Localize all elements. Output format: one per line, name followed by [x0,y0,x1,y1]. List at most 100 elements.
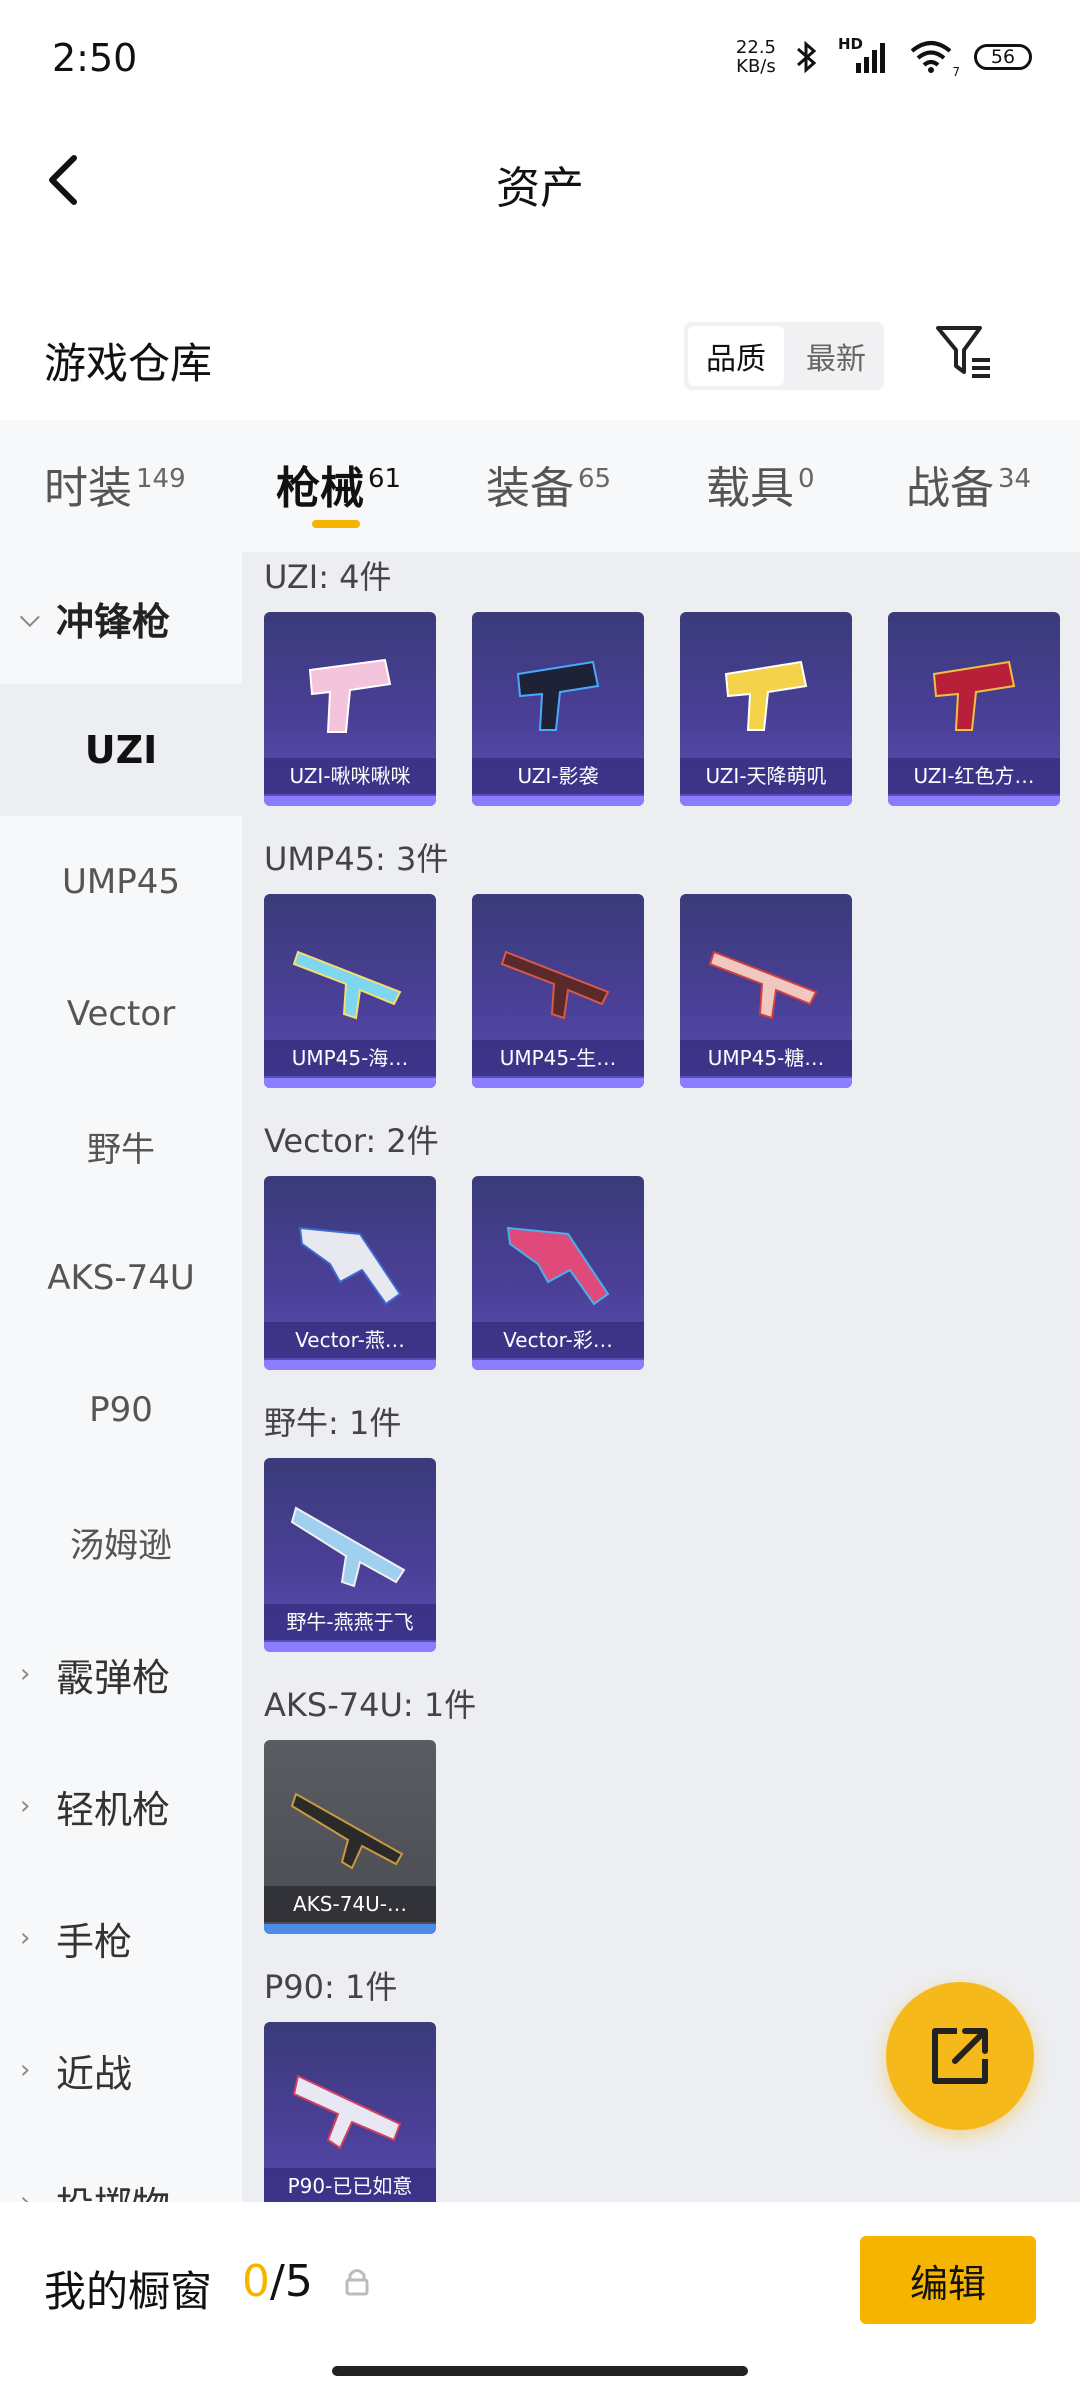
rarity-strip [264,1078,436,1088]
sidebar-item-uzi[interactable]: UZI [0,684,242,816]
item-name: UZI-天降萌叽 [680,758,852,794]
item-name: Vector-彩… [472,1322,644,1358]
showcase-label: 我的橱窗 [44,2267,213,2316]
rarity-strip [264,1360,436,1370]
tab-count: 65 [578,464,612,495]
uzi-dark-gun-icon [516,660,600,731]
tab-supplies[interactable]: 战备 34 [906,452,1031,516]
chevron-right-icon: › [20,2055,31,2085]
tab-count: 149 [136,464,186,495]
p90-gun-icon [292,2074,402,2150]
tab-fashion[interactable]: 时装 149 [44,452,186,516]
item-card[interactable]: Vector-彩… [472,1176,644,1370]
sidebar-item-melee[interactable]: › 近战 [0,2004,242,2136]
ump45-blue-gun-icon [292,950,402,1020]
item-card[interactable]: Vector-燕… [264,1176,436,1370]
tab-count: 61 [368,464,402,495]
tab-guns[interactable]: 枪械 61 [276,452,401,516]
item-name: UZI-红色方… [888,758,1060,794]
chevron-down-icon: ⌵ [20,602,40,633]
vector-white-gun-icon [298,1226,402,1306]
item-name: AKS-74U-… [264,1886,436,1922]
sidebar: ⌵ 冲锋枪 UZI UMP45 Vector 野牛 AKS-74U P90 汤姆逊… [0,552,242,2202]
sidebar-item-vector[interactable]: Vector [0,948,242,1080]
tab-count: 34 [998,464,1032,495]
edit-button[interactable]: 编辑 [860,2236,1036,2324]
speed-unit: KB/s [736,56,776,77]
network-speed: 22.5 KB/s [736,38,776,76]
uzi-pink-gun-icon [308,658,392,733]
status-icons: 22.5 KB/s HD 7 56 [736,35,1032,79]
category-tabs: 时装 149 枪械 61 装备 65 载具 0 战备 34 [0,420,1080,552]
share-button[interactable] [886,1982,1034,2130]
lock-icon [345,2269,369,2296]
ump45-pink-gun-icon [708,950,818,1020]
tab-label: 载具 [706,463,794,514]
group-title-aks74u: AKS-74U: 1件 [264,1686,477,1724]
sidebar-item-aks74u[interactable]: AKS-74U [0,1212,242,1344]
sidebar-item-lmg[interactable]: › 轻机枪 [0,1740,242,1872]
rarity-strip [264,1642,436,1652]
chevron-right-icon: › [20,1659,31,1689]
wifi-sub: 7 [952,65,960,79]
ump45-brown-gun-icon [500,950,610,1020]
tab-label: 枪械 [276,463,364,514]
item-card[interactable]: UMP45-生… [472,894,644,1088]
sort-quality-button[interactable]: 品质 [688,326,784,386]
uzi-red-gun-icon [932,660,1016,731]
item-card[interactable]: 野牛-燕燕于飞 [264,1458,436,1652]
item-card[interactable]: UZI-红色方… [888,612,1060,806]
sort-newest-button[interactable]: 最新 [788,322,884,390]
sidebar-item-label: 冲锋枪 [56,599,171,644]
item-card[interactable]: UMP45-糖… [680,894,852,1088]
uzi-yellow-gun-icon [724,660,808,731]
showcase-count-total: /5 [270,2256,313,2307]
item-name: UMP45-糖… [680,1040,852,1076]
sidebar-item-label: 轻机枪 [56,1787,171,1832]
speed-value: 22.5 [735,37,776,58]
rarity-strip [888,796,1060,806]
tab-count: 0 [798,464,815,495]
showcase-count: 0/5 [242,2256,313,2307]
item-card[interactable]: UZI-影袭 [472,612,644,806]
rarity-strip [472,1078,644,1088]
bluetooth-icon [797,40,817,74]
status-time: 2:50 [52,36,138,80]
item-name: UZI-影袭 [472,758,644,794]
rarity-strip [472,796,644,806]
item-card[interactable]: P90-已已如意 [264,2022,436,2202]
page-title: 资产 [496,163,584,214]
share-icon [932,2028,988,2084]
tab-equipment[interactable]: 装备 65 [486,452,611,516]
item-name: P90-已已如意 [264,2168,436,2202]
warehouse-title: 游戏仓库 [44,339,213,388]
battery-indicator: 56 [974,44,1032,70]
item-card[interactable]: UMP45-海… [264,894,436,1088]
item-grid: UZI: 4件 UZI-啾咪啾咪 UZI-影袭 UZI-天降萌叽 UZI-红色方… [242,552,1080,2202]
item-card[interactable]: UZI-啾咪啾咪 [264,612,436,806]
signal-icon: HD [838,35,890,75]
sidebar-item-bizon[interactable]: 野牛 [0,1080,242,1212]
sort-toggle: 品质 最新 [684,322,884,390]
item-name: UMP45-海… [264,1040,436,1076]
vector-colorful-gun-icon [506,1226,610,1306]
sidebar-item-label: 近战 [56,2051,133,2096]
sidebar-item-pistol[interactable]: › 手枪 [0,1872,242,2004]
home-indicator[interactable] [332,2366,748,2376]
sidebar-item-shotgun[interactable]: › 霰弹枪 [0,1608,242,1740]
item-name: 野牛-燕燕于飞 [264,1604,436,1640]
chevron-right-icon: › [20,1923,31,1953]
item-card[interactable]: UZI-天降萌叽 [680,612,852,806]
filter-icon[interactable] [934,322,994,382]
item-card[interactable]: AKS-74U-… [264,1740,436,1934]
sidebar-item-p90[interactable]: P90 [0,1344,242,1476]
group-title-p90: P90: 1件 [264,1968,398,2006]
active-tab-indicator [312,520,360,528]
tab-vehicles[interactable]: 载具 0 [706,452,815,516]
sidebar-item-smg[interactable]: ⌵ 冲锋枪 [0,552,242,684]
sidebar-item-thompson[interactable]: 汤姆逊 [0,1476,242,1608]
sidebar-item-throwables[interactable]: › 投掷物 [0,2136,242,2203]
sidebar-item-ump45[interactable]: UMP45 [0,816,242,948]
showcase-count-current: 0 [242,2256,270,2307]
item-name: UMP45-生… [472,1040,644,1076]
